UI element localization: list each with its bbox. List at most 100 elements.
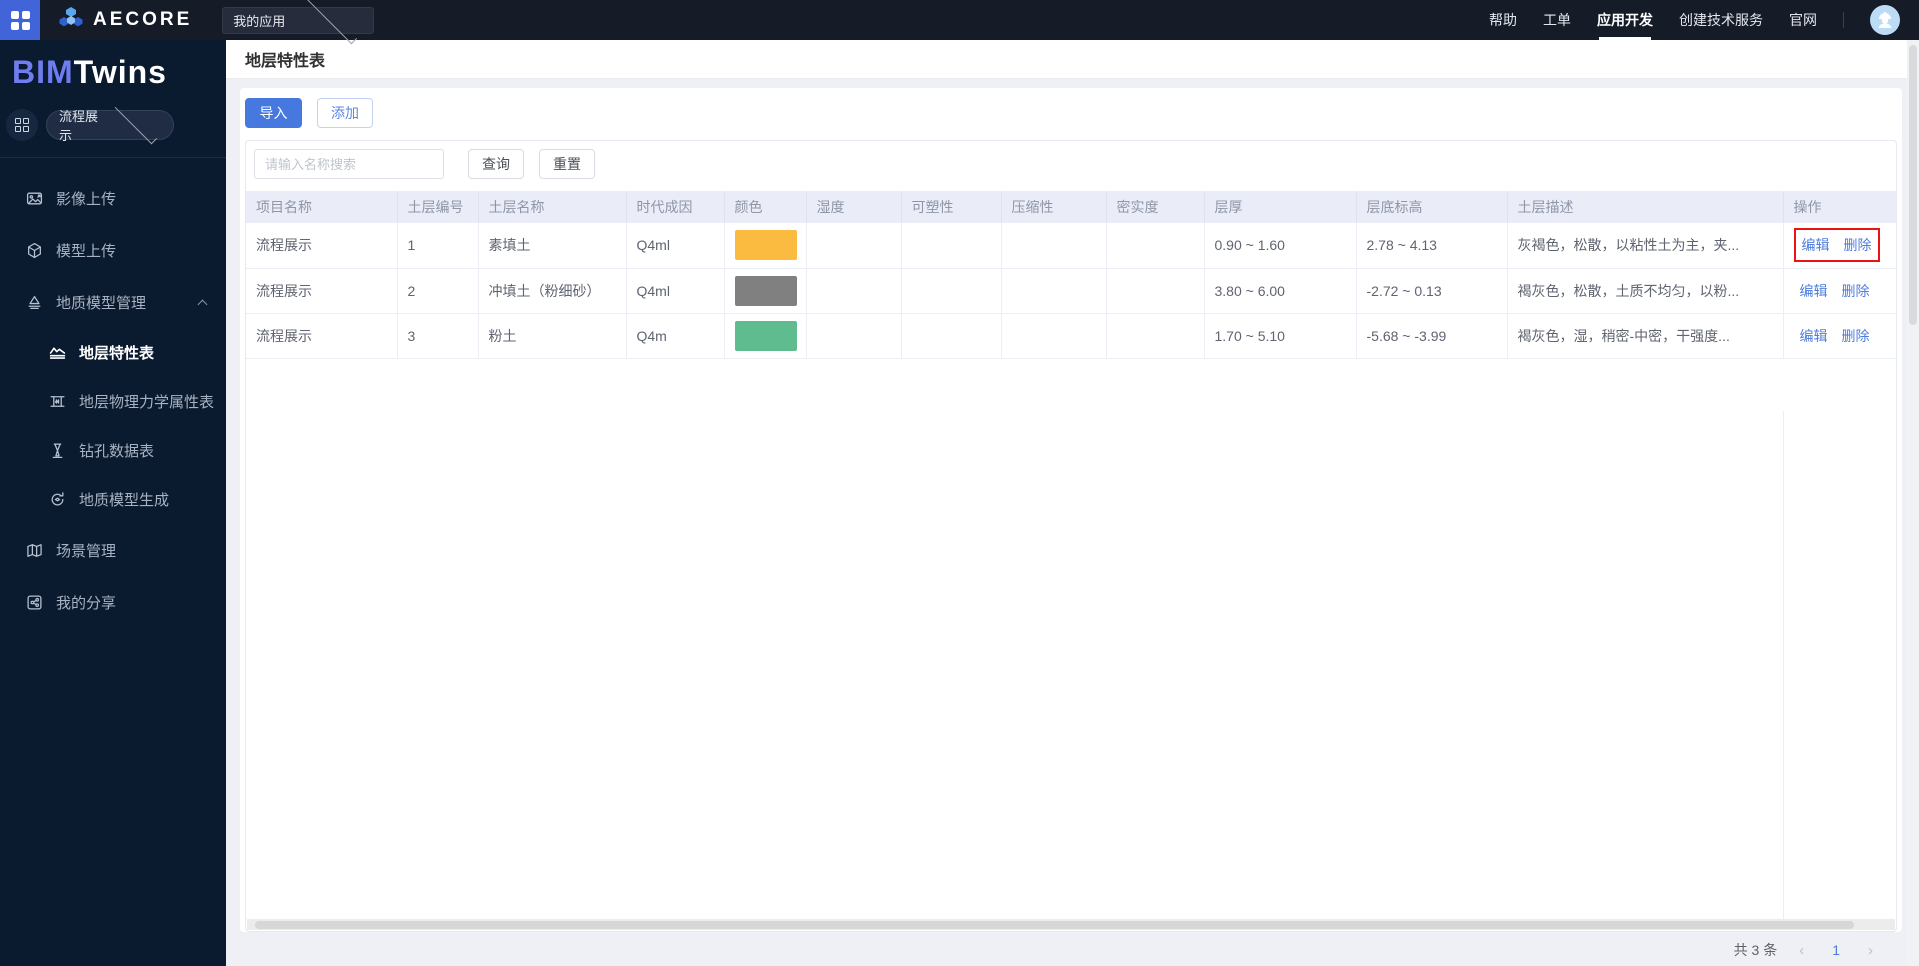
table-row: 流程展示 2 冲填土（粉细砂） Q4ml 3.80 ~ 6.00 -2.72 ~ 0.13… — [246, 268, 1896, 314]
cell-color — [724, 268, 807, 314]
vertical-scrollbar-thumb[interactable] — [1909, 45, 1917, 325]
chevron-down-icon — [114, 101, 157, 145]
cell-density — [1106, 313, 1205, 359]
sidebar-item-0[interactable]: 影像上传 — [0, 172, 226, 224]
column-header-color: 颜色 — [724, 191, 807, 223]
sidebar-item-1[interactable]: 模型上传 — [0, 224, 226, 276]
project-select-value: 流程展示 — [59, 109, 99, 143]
chevron-down-icon — [304, 0, 357, 44]
cell-project: 流程展示 — [246, 313, 398, 359]
main-content: 地层特性表 导入 添加 查询 重置 项目名称土层编号土层名称时代成因颜色湿度可塑… — [226, 40, 1919, 966]
table-row: 流程展示 3 粉土 Q4m 1.70 ~ 5.10 -5.68 ~ -3.99 褐灰色，湿，… — [246, 313, 1896, 359]
target-annotation-box: 编辑 删除 — [1793, 228, 1880, 263]
pagination: 共 3 条 ‹ 1 › — [1734, 940, 1877, 960]
content-card: 导入 添加 查询 重置 项目名称土层编号土层名称时代成因颜色湿度可塑性压缩性密实… — [240, 88, 1902, 932]
cell-density — [1106, 223, 1205, 269]
top-nav-item-1[interactable]: 工单 — [1543, 0, 1571, 40]
cell-moisture — [806, 223, 902, 269]
logo-twins: Twins — [73, 54, 167, 90]
sidebar-item-label: 场景管理 — [56, 542, 117, 560]
title-bar: 地层特性表 — [226, 40, 1919, 78]
cell-compressibility — [1001, 223, 1107, 269]
column-header-thickness: 层厚 — [1204, 191, 1357, 223]
operation-column-border — [1783, 411, 1784, 919]
column-header-actions: 操作 — [1783, 191, 1896, 223]
cell-genesis: Q4ml — [626, 223, 725, 269]
cell-thickness: 0.90 ~ 1.60 — [1204, 223, 1357, 269]
edit-link[interactable]: 编辑 — [1802, 237, 1830, 253]
top-nav-item-0[interactable]: 帮助 — [1489, 0, 1517, 40]
cell-name: 素填土 — [478, 223, 627, 269]
delete-link[interactable]: 删除 — [1842, 328, 1870, 344]
table-header-row: 项目名称 土层编号 土层名称 时代成因 颜色 湿度 可塑性 压缩性 密实度 层厚 层底标高 土层描述操… — [246, 191, 1896, 223]
add-button[interactable]: 添加 — [317, 98, 373, 128]
cell-actions: 编辑 删除 — [1783, 223, 1896, 269]
cell-layer_no: 2 — [397, 268, 479, 314]
next-page-button[interactable]: › — [1864, 942, 1877, 959]
delete-link[interactable]: 删除 — [1842, 283, 1870, 299]
sidebar-item-3[interactable]: 地层特性表 — [0, 328, 226, 377]
column-header-compressibility: 压缩性 — [1001, 191, 1107, 223]
table-panel: 查询 重置 项目名称土层编号土层名称时代成因颜色湿度可塑性压缩性密实度层厚层底标… — [245, 140, 1897, 932]
project-grid-button[interactable] — [6, 109, 38, 141]
cell-color — [724, 313, 807, 359]
color-swatch — [734, 230, 797, 261]
column-header-project: 项目名称 — [246, 191, 398, 223]
search-input[interactable] — [254, 149, 444, 179]
pagination-total: 共 3 条 — [1733, 942, 1778, 958]
sidebar-item-label: 地层特性表 — [79, 345, 155, 362]
edit-link[interactable]: 编辑 — [1800, 328, 1828, 344]
cell-layer_no: 3 — [397, 313, 479, 359]
cell-description: 褐灰色，湿，稍密-中密，干强度... — [1507, 313, 1784, 359]
app-select-value: 我的应用 — [233, 13, 286, 29]
cell-layer_no: 1 — [397, 223, 479, 269]
edit-link[interactable]: 编辑 — [1800, 283, 1828, 299]
sidebar-item-8[interactable]: 我的分享 — [0, 576, 226, 628]
sidebar-item-label: 钻孔数据表 — [79, 443, 155, 460]
strata-feature-icon — [48, 344, 66, 362]
sidebar-divider — [0, 157, 226, 158]
sidebar-item-2[interactable]: 地质模型管理 — [0, 276, 226, 328]
sidebar-item-5[interactable]: 钻孔数据表 — [0, 426, 226, 475]
query-button[interactable]: 查询 — [468, 149, 524, 179]
table-body: 流程展示 1 素填土 Q4ml 0.90 ~ 1.60 2.78 ~ 4.13 灰褐色，松散… — [246, 223, 1896, 359]
sidebar-item-label: 地质模型生成 — [79, 492, 170, 509]
cell-bottom_elevation: 2.78 ~ 4.13 — [1356, 223, 1508, 269]
toolbar: 导入 添加 — [245, 98, 1897, 128]
model-upload-icon — [25, 241, 43, 259]
column-header-plasticity: 可塑性 — [901, 191, 1002, 223]
cell-actions: 编辑 删除 — [1783, 268, 1896, 314]
prev-page-button[interactable]: ‹ — [1795, 942, 1808, 959]
project-select[interactable]: 流程展示 — [46, 101, 174, 145]
user-avatar[interactable] — [1870, 5, 1900, 35]
apps-grid-button[interactable] — [0, 0, 40, 40]
worker-avatar-icon — [1878, 12, 1892, 28]
actions-group: 编辑 删除 — [1794, 276, 1876, 306]
sidebar-item-7[interactable]: 场景管理 — [0, 524, 226, 576]
cell-genesis: Q4ml — [626, 268, 725, 314]
top-nav-item-2[interactable]: 应用开发 — [1597, 0, 1653, 40]
cell-bottom_elevation: -2.72 ~ 0.13 — [1356, 268, 1508, 314]
sidebar-item-6[interactable]: 地质模型生成 — [0, 475, 226, 524]
column-header-moisture: 湿度 — [806, 191, 902, 223]
cell-name: 冲填土（粉细砂） — [478, 268, 627, 314]
sidebar-item-4[interactable]: 地层物理力学属性表 — [0, 377, 226, 426]
cell-description: 灰褐色，松散，以粘性土为主，夹... — [1507, 223, 1784, 269]
delete-link[interactable]: 删除 — [1844, 237, 1872, 253]
drill-data-icon — [48, 442, 66, 460]
import-button[interactable]: 导入 — [245, 98, 302, 128]
sidebar-item-label: 地质模型管理 — [56, 294, 147, 312]
column-header-density: 密实度 — [1106, 191, 1205, 223]
reset-button[interactable]: 重置 — [539, 149, 595, 179]
cell-moisture — [806, 313, 902, 359]
top-nav-item-4[interactable]: 官网 — [1789, 0, 1817, 40]
cell-description: 褐灰色，松散，土质不均匀，以粉... — [1507, 268, 1784, 314]
app-select[interactable]: 我的应用 — [222, 0, 375, 44]
top-nav-item-3[interactable]: 创建技术服务 — [1679, 0, 1763, 40]
column-header-description: 土层描述 — [1507, 191, 1784, 223]
model-generate-icon — [48, 491, 66, 509]
vertical-scrollbar — [1907, 40, 1919, 966]
horizontal-scrollbar-thumb[interactable] — [255, 920, 1854, 929]
cell-project: 流程展示 — [246, 268, 398, 314]
page-number-1[interactable]: 1 — [1826, 942, 1846, 958]
